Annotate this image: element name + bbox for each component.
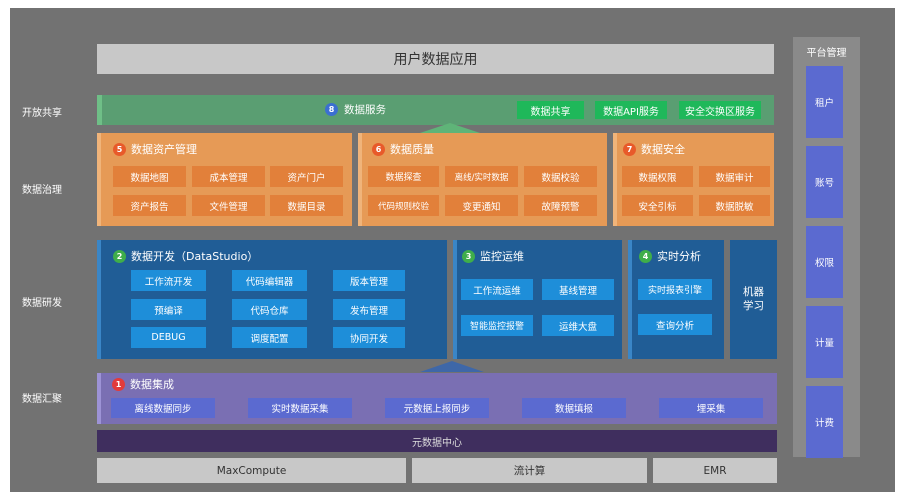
emr-block: EMR: [653, 458, 777, 483]
platform-management-title: 平台管理: [806, 48, 847, 59]
row-label-collect: 数据汇聚: [22, 394, 62, 405]
debug-button[interactable]: DEBUG: [131, 327, 206, 348]
collaborative-dev-button[interactable]: 协同开发: [333, 327, 405, 348]
quality-number-badge: 6: [372, 142, 385, 156]
code-repository-button[interactable]: 代码仓库: [232, 299, 307, 320]
metadata-center-bar: 元数据中心: [97, 430, 777, 452]
asset-report-button[interactable]: 资产报告: [113, 195, 186, 216]
data-permission-button[interactable]: 数据权限: [622, 166, 693, 187]
data-share-button[interactable]: 数据共享: [517, 101, 584, 119]
data-api-button[interactable]: 数据API服务: [595, 101, 667, 119]
row-label-governance: 数据治理: [22, 185, 62, 196]
data-audit-button[interactable]: 数据审计: [699, 166, 770, 187]
workflow-dev-button[interactable]: 工作流开发: [131, 270, 206, 291]
version-management-button[interactable]: 版本管理: [333, 270, 405, 291]
realtime-collect-button[interactable]: 实时数据采集: [248, 398, 352, 418]
data-masking-button[interactable]: 数据脱敏: [699, 195, 770, 216]
data-integration-title: 数据集成: [130, 378, 174, 391]
secure-exchange-button[interactable]: 安全交换区服务: [679, 101, 761, 119]
workflow-ops-button[interactable]: 工作流运维: [461, 279, 533, 300]
offline-sync-button[interactable]: 离线数据同步: [111, 398, 215, 418]
data-quality-title: 数据质量: [390, 143, 434, 156]
up-arrow-icon: [420, 123, 480, 133]
billing-button[interactable]: 计费: [806, 386, 843, 458]
data-integration-heading: 1 数据集成: [112, 376, 174, 392]
data-service-heading: 8 数据服务: [325, 102, 386, 117]
realtime-analysis-title: 实时分析: [657, 250, 701, 263]
tracking-collect-button[interactable]: 埋采集: [659, 398, 763, 418]
realtime-report-engine-button[interactable]: 实时报表引擎: [638, 279, 712, 300]
integration-number-badge: 1: [112, 377, 125, 391]
stream-compute-block: 流计算: [412, 458, 647, 483]
asset-management-title: 数据资产管理: [131, 143, 197, 156]
monitoring-title: 监控运维: [480, 250, 524, 263]
asset-portal-button[interactable]: 资产门户: [270, 166, 343, 187]
code-rule-check-button[interactable]: 代码规则校验: [368, 195, 439, 216]
security-number-badge: 7: [623, 142, 636, 156]
code-editor-button[interactable]: 代码编辑器: [232, 270, 307, 291]
data-security-heading: 7 数据安全: [623, 141, 685, 157]
row-label-research: 数据研发: [22, 298, 62, 309]
user-data-app-title: 用户数据应用: [97, 44, 774, 74]
up-arrow-icon: [420, 361, 484, 372]
permission-button[interactable]: 权限: [806, 226, 843, 298]
realtime-analysis-heading: 4 实时分析: [639, 248, 701, 264]
metadata-sync-button[interactable]: 元数据上报同步: [385, 398, 489, 418]
data-security-title: 数据安全: [641, 143, 685, 156]
maxcompute-block: MaxCompute: [97, 458, 406, 483]
monitor-number-badge: 3: [462, 249, 475, 263]
query-analysis-button[interactable]: 查询分析: [638, 314, 712, 335]
data-catalog-button[interactable]: 数据目录: [270, 195, 343, 216]
monitoring-heading: 3 监控运维: [462, 248, 524, 264]
change-notify-button[interactable]: 变更通知: [445, 195, 518, 216]
file-management-button[interactable]: 文件管理: [192, 195, 265, 216]
data-service-band: [97, 95, 774, 125]
data-development-heading: 2 数据开发（DataStudio）: [113, 248, 258, 264]
metering-button[interactable]: 计量: [806, 306, 843, 378]
row-label-open-share: 开放共享: [22, 108, 62, 119]
account-button[interactable]: 账号: [806, 146, 843, 218]
service-number-badge: 8: [325, 103, 338, 116]
baseline-management-button[interactable]: 基线管理: [542, 279, 614, 300]
realtime-number-badge: 4: [639, 249, 652, 263]
data-map-button[interactable]: 数据地图: [113, 166, 186, 187]
schedule-config-button[interactable]: 调度配置: [232, 327, 307, 348]
smart-alert-button[interactable]: 智能监控报警: [461, 315, 533, 336]
machine-learning-block[interactable]: 机器 学习: [730, 240, 777, 359]
ops-dashboard-button[interactable]: 运维大盘: [542, 315, 614, 336]
cost-management-button[interactable]: 成本管理: [192, 166, 265, 187]
fault-warning-button[interactable]: 故障预警: [524, 195, 597, 216]
asset-number-badge: 5: [113, 142, 126, 156]
offline-realtime-button[interactable]: 离线/实时数据: [445, 166, 518, 187]
release-management-button[interactable]: 发布管理: [333, 299, 405, 320]
data-service-title: 数据服务: [344, 104, 386, 116]
precompile-button[interactable]: 预编译: [131, 299, 206, 320]
data-fill-button[interactable]: 数据填报: [522, 398, 626, 418]
data-quality-heading: 6 数据质量: [372, 141, 434, 157]
tenant-button[interactable]: 租户: [806, 66, 843, 138]
dev-number-badge: 2: [113, 249, 126, 263]
data-check-button[interactable]: 数据校验: [524, 166, 597, 187]
data-development-title: 数据开发（DataStudio）: [131, 250, 259, 263]
security-index-button[interactable]: 安全引标: [622, 195, 693, 216]
asset-management-heading: 5 数据资产管理: [113, 141, 197, 157]
data-explore-button[interactable]: 数据探查: [368, 166, 439, 187]
